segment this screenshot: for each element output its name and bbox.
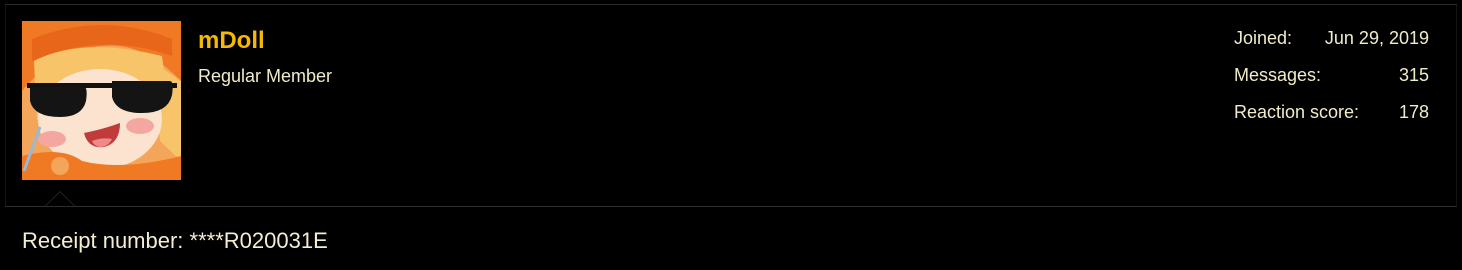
stat-joined-value: Jun 29, 2019: [1324, 28, 1429, 48]
stat-messages-label: Messages:: [1234, 65, 1322, 85]
user-stats: Joined: Jun 29, 2019 Messages: 315 React…: [1234, 28, 1429, 139]
anime-girl-sunglasses-avatar-icon: [22, 21, 181, 180]
stat-reaction-label: Reaction score:: [1234, 102, 1360, 122]
message-user-block: mDoll Regular Member Joined: Jun 29, 201…: [5, 5, 1457, 207]
stat-reaction-value: 178: [1398, 102, 1429, 122]
stat-joined: Joined: Jun 29, 2019: [1234, 28, 1429, 65]
user-avatar[interactable]: [22, 21, 181, 180]
user-block-arrow: [45, 191, 75, 206]
stat-messages: Messages: 315: [1234, 65, 1429, 102]
user-title: Regular Member: [198, 66, 333, 86]
username-link[interactable]: mDoll: [198, 27, 265, 55]
stat-joined-label: Joined:: [1234, 28, 1293, 48]
stat-reaction-score: Reaction score: 178: [1234, 102, 1429, 139]
message-post: mDoll Regular Member Joined: Jun 29, 201…: [0, 0, 1462, 270]
message-body-text: Receipt number: ****R020031E: [22, 228, 328, 253]
stat-messages-value[interactable]: 315: [1399, 65, 1429, 102]
